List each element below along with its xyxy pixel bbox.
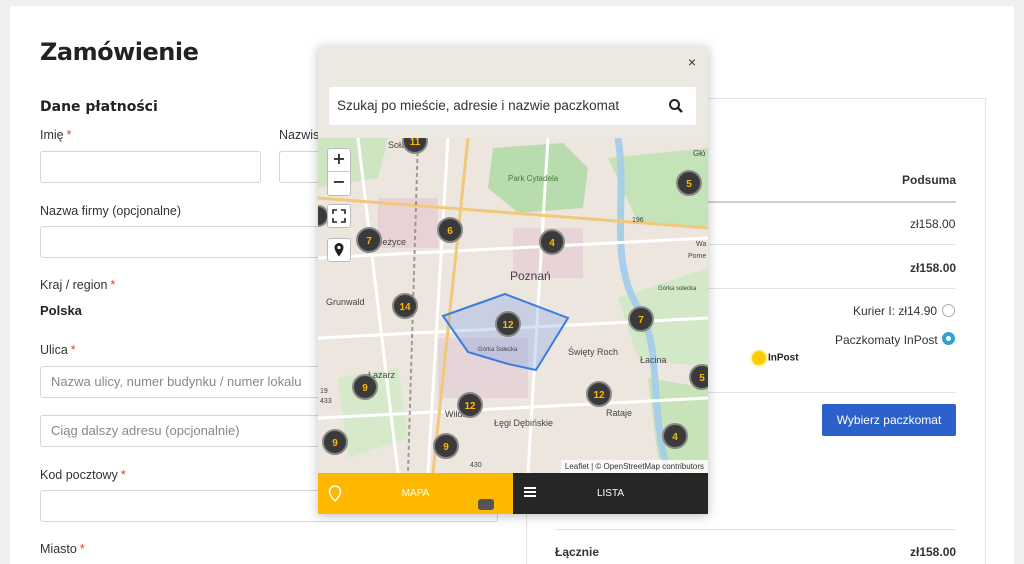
postcode-label: Kod pocztowy *	[40, 468, 126, 482]
inpost-sun-icon	[752, 351, 766, 365]
zoom-in-button[interactable]: +	[328, 149, 350, 172]
map-cluster-marker: 4	[539, 229, 565, 255]
first-name-label: Imię *	[40, 128, 72, 142]
tab-map-label: MAPA	[401, 488, 430, 499]
svg-text:6: 6	[447, 226, 453, 237]
subtotal-value: zł158.00	[910, 261, 957, 275]
choose-parcel-locker-button[interactable]: Wybierz paczkomat	[822, 404, 956, 436]
map-label-gorka-east: Górka sołecka	[658, 286, 697, 292]
map-cluster-marker: 9	[433, 433, 459, 459]
search-placeholder: Szukaj po mieście, adresie i nazwie pacz…	[337, 98, 620, 113]
map-tiles: Poznań Park Cytadela Grunwald Łazarz Wil…	[318, 138, 708, 473]
svg-text:12: 12	[593, 390, 605, 401]
locate-me-button[interactable]	[327, 238, 351, 262]
location-pin-icon	[334, 243, 344, 257]
svg-text:14: 14	[399, 302, 411, 313]
map-label-433: 433	[320, 398, 332, 405]
map-label-park: Park Cytadela	[508, 174, 559, 183]
modal-header: × Szukaj po mieście, adresie i nazwie pa…	[318, 46, 708, 138]
map-pin-icon	[328, 485, 342, 502]
map-label-pome: Pome	[688, 253, 706, 260]
map-view[interactable]: Poznań Park Cytadela Grunwald Łazarz Wil…	[318, 138, 708, 473]
map-attribution[interactable]: Leaflet | © OpenStreetMap contributors	[560, 460, 708, 473]
map-cluster-marker: 5	[689, 364, 708, 390]
city-label: Miasto *	[40, 542, 85, 556]
search-input[interactable]: Szukaj po mieście, adresie i nazwie pacz…	[329, 87, 696, 125]
map-label-gorka: Górka Sołecka	[478, 347, 518, 353]
map-label-rataje: Rataje	[606, 408, 632, 418]
shipping-inpost-label: Paczkomaty InPost	[835, 333, 938, 347]
svg-text:5: 5	[699, 373, 705, 384]
map-cluster-marker: 9	[352, 374, 378, 400]
map-cluster-marker: 12	[495, 311, 521, 337]
map-cluster-marker: 12	[586, 381, 612, 407]
zoom-out-button[interactable]: −	[328, 172, 350, 195]
subtotal-header: Podsuma	[902, 173, 957, 187]
map-label-poznan: Poznań	[510, 269, 551, 283]
first-name-input[interactable]	[40, 151, 261, 183]
zoom-control: + −	[327, 148, 351, 196]
map-cluster-marker: 9	[322, 429, 348, 455]
map-label-19: 19	[320, 388, 328, 395]
summary-divider	[555, 529, 956, 530]
fullscreen-icon	[332, 209, 346, 223]
map-label-wa: Wa	[696, 241, 706, 248]
parcel-locker-modal: × Szukaj po mieście, adresie i nazwie pa…	[318, 46, 708, 514]
billing-section-title: Dane płatności	[40, 99, 158, 115]
line-price: zł158.00	[910, 217, 956, 231]
modal-tabs: MAPA LISTA	[318, 473, 708, 514]
map-label-glo: Głó	[693, 149, 706, 158]
svg-text:7: 7	[366, 236, 372, 247]
inpost-logo: InPost	[752, 351, 799, 365]
svg-text:4: 4	[672, 432, 678, 443]
shipping-inpost-radio[interactable]	[942, 332, 955, 345]
map-label-swiety-roch: Święty Roch	[568, 346, 618, 357]
map-cluster-marker: 14	[392, 293, 418, 319]
map-cluster-marker: 5	[676, 170, 702, 196]
map-label-430: 430	[470, 462, 482, 469]
map-label-lacina: Łacina	[640, 355, 667, 365]
list-icon	[524, 487, 536, 497]
map-label-grunwald: Grunwald	[326, 297, 365, 307]
company-input[interactable]	[40, 226, 340, 258]
street-label: Ulica *	[40, 343, 76, 357]
svg-text:9: 9	[332, 438, 338, 449]
chat-icon[interactable]	[478, 499, 494, 510]
tab-list[interactable]: LISTA	[513, 473, 708, 514]
country-label: Kraj / region *	[40, 278, 116, 292]
svg-text:7: 7	[638, 315, 644, 326]
map-cluster-marker: 6	[437, 217, 463, 243]
svg-text:5: 5	[686, 179, 692, 190]
total-label: Łącznie	[555, 545, 600, 559]
close-icon[interactable]: ×	[688, 54, 696, 70]
shipping-courier-radio[interactable]	[942, 304, 955, 317]
country-value: Polska	[40, 303, 82, 318]
svg-text:4: 4	[549, 238, 555, 249]
svg-text:9: 9	[443, 442, 449, 453]
street2-input[interactable]: Ciąg dalszy adresu (opcjonalnie)	[40, 415, 340, 447]
svg-text:11: 11	[410, 138, 421, 148]
tab-list-label: LISTA	[596, 488, 625, 499]
map-label-legi: Łęgi Dębińskie	[494, 418, 553, 428]
fullscreen-button[interactable]	[327, 204, 351, 228]
total-value: zł158.00	[910, 545, 957, 559]
svg-text:12: 12	[502, 320, 514, 331]
street-input[interactable]: Nazwa ulicy, numer budynku / numer lokal…	[40, 366, 340, 398]
search-icon[interactable]	[668, 98, 684, 114]
svg-text:12: 12	[464, 401, 476, 412]
map-cluster-marker: 7	[356, 227, 382, 253]
map-cluster-marker: 11	[402, 138, 428, 154]
map-cluster-marker: 12	[457, 392, 483, 418]
page-title: Zamówienie	[40, 38, 199, 66]
map-label-jezyce: Jeżyce	[378, 237, 406, 247]
company-label: Nazwa firmy (opcjonalne)	[40, 204, 182, 218]
svg-text:9: 9	[362, 383, 368, 394]
map-cluster-marker: 7	[628, 306, 654, 332]
shipping-courier-label: Kurier I: zł14.90	[853, 304, 938, 318]
tab-map[interactable]: MAPA	[318, 473, 513, 514]
map-cluster-marker: 4	[662, 423, 688, 449]
map-label-196: 196	[632, 217, 644, 224]
